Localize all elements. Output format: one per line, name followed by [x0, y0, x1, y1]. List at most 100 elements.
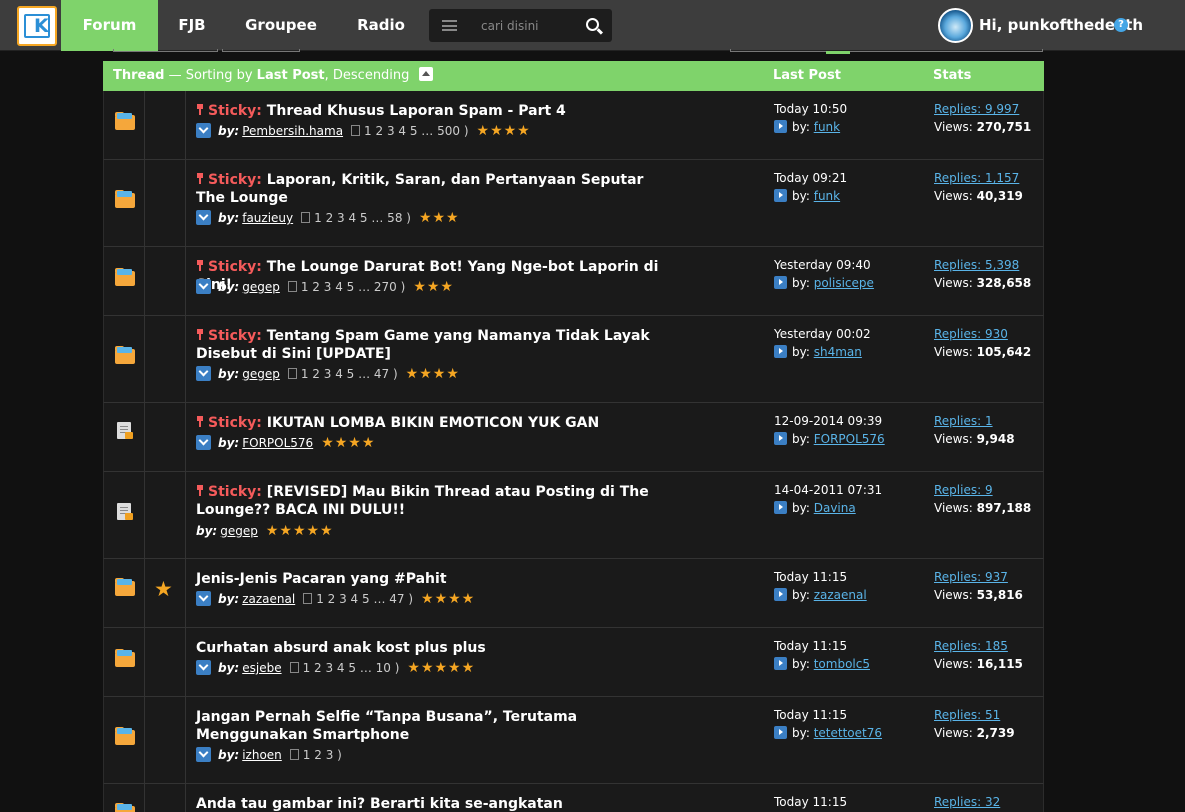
thread-row: Curhatan absurd anak kost plus plus by: es… — [103, 628, 1044, 697]
lastpost-user-link[interactable]: polisicepe — [814, 276, 874, 290]
help-icon[interactable]: ? — [1114, 18, 1128, 32]
thread-rating-cell — [145, 247, 186, 315]
views-count: Views: 53,816 — [934, 588, 1023, 602]
kaskus-logo[interactable]: K — [17, 6, 57, 46]
thread-menu-icon[interactable] — [196, 366, 211, 381]
thread-title[interactable]: Jenis-Jenis Pacaran yang #Pahit — [196, 570, 666, 588]
replies-link[interactable]: Replies: 32 — [934, 795, 1000, 809]
stats-column-header[interactable]: Stats — [933, 61, 971, 91]
tab-groupee[interactable]: Groupee — [230, 0, 332, 51]
thread-title[interactable]: Sticky: Thread Khusus Laporan Spam - Par… — [196, 102, 666, 120]
lastpost-date: Yesterday 09:40 — [774, 258, 871, 272]
goto-lastpost-icon[interactable] — [774, 657, 787, 670]
replies-link[interactable]: Replies: 9 — [934, 483, 993, 497]
search-input[interactable] — [481, 16, 577, 36]
page-links[interactable]: 1 2 3 4 5 … 47 ) — [303, 592, 413, 606]
thread-row: ★ Jenis-Jenis Pacaran yang #Pahit by: zazae… — [103, 559, 1044, 628]
thread-title[interactable]: Jangan Pernah Selfie “Tanpa Busana”, Ter… — [196, 708, 666, 744]
thread-menu-icon[interactable] — [196, 279, 211, 294]
lastpost-user-link[interactable]: funk — [814, 120, 840, 134]
goto-lastpost-icon[interactable] — [774, 501, 787, 514]
page-links[interactable]: 1 2 3 4 5 … 58 ) — [301, 211, 411, 225]
goto-lastpost-icon[interactable] — [774, 345, 787, 358]
page-links[interactable]: 1 2 3 4 5 … 10 ) — [289, 661, 399, 675]
search-icon[interactable] — [586, 18, 599, 31]
thread-author-link[interactable]: gegep — [242, 367, 280, 381]
thread-status-cell — [104, 472, 145, 558]
thread-menu-icon[interactable] — [196, 660, 211, 675]
thread-title[interactable]: Curhatan absurd anak kost plus plus — [196, 639, 666, 657]
replies-link[interactable]: Replies: 937 — [934, 570, 1008, 584]
replies-link[interactable]: Replies: 51 — [934, 708, 1000, 722]
lastpost-user-link[interactable]: zazaenal — [814, 588, 867, 602]
thread-menu-icon[interactable] — [196, 210, 211, 225]
page-links[interactable]: 1 2 3 ) — [289, 748, 342, 762]
goto-lastpost-icon[interactable] — [774, 189, 787, 202]
thread-title-text[interactable]: Tentang Spam Game yang Namanya Tidak Lay… — [196, 328, 650, 362]
thread-author-link[interactable]: gegep — [242, 280, 280, 294]
thread-menu-icon[interactable] — [196, 435, 211, 450]
thread-author-link[interactable]: gegep — [220, 524, 258, 538]
tab-fjb[interactable]: FJB — [158, 0, 226, 51]
thread-title-text[interactable]: Laporan, Kritik, Saran, dan Pertanyaan S… — [196, 172, 643, 206]
replies-link[interactable]: Replies: 1 — [934, 414, 993, 428]
thread-title[interactable]: Sticky: Laporan, Kritik, Saran, dan Pert… — [196, 171, 666, 207]
goto-lastpost-icon[interactable] — [774, 726, 787, 739]
thread-status-cell — [104, 697, 145, 783]
sort-toggle-icon[interactable] — [419, 66, 434, 81]
thread-title[interactable]: Sticky: IKUTAN LOMBA BIKIN EMOTICON YUK … — [196, 414, 666, 432]
thread-author-link[interactable]: FORPOL576 — [242, 436, 313, 450]
replies-link[interactable]: Replies: 930 — [934, 327, 1008, 341]
replies-link[interactable]: Replies: 9,997 — [934, 102, 1019, 116]
pages-icon — [301, 212, 311, 223]
page-links[interactable]: 1 2 3 4 5 … 47 ) — [287, 367, 398, 381]
thread-row: Sticky: The Lounge Darurat Bot! Yang Nge… — [103, 247, 1044, 316]
thread-author-link[interactable]: esjebe — [242, 661, 281, 675]
lastpost-user-link[interactable]: Davina — [814, 501, 856, 515]
replies-link[interactable]: Replies: 185 — [934, 639, 1008, 653]
lastpost-user-link[interactable]: tetettoet76 — [814, 726, 882, 740]
views-count: Views: 105,642 — [934, 345, 1032, 359]
list-icon[interactable] — [442, 20, 457, 31]
goto-lastpost-icon[interactable] — [774, 432, 787, 445]
thread-title-text[interactable]: Jenis-Jenis Pacaran yang #Pahit — [196, 571, 447, 587]
thread-title-text[interactable]: [REVISED] Mau Bikin Thread atau Posting … — [196, 484, 649, 518]
thread-menu-icon[interactable] — [196, 123, 211, 138]
thread-author-link[interactable]: izhoen — [242, 748, 282, 762]
thread-row: Sticky: Laporan, Kritik, Saran, dan Pert… — [103, 160, 1044, 247]
thread-title-text[interactable]: Thread Khusus Laporan Spam - Part 4 — [267, 103, 566, 119]
thread-title-text[interactable]: Jangan Pernah Selfie “Tanpa Busana”, Ter… — [196, 709, 577, 743]
top-navbar: K Forum FJB Groupee Radio Hi, punkofthed… — [0, 0, 1185, 51]
thread-title-text[interactable]: Curhatan absurd anak kost plus plus — [196, 640, 486, 656]
tab-forum[interactable]: Forum — [61, 0, 158, 51]
thread-author-link[interactable]: Pembersih.hama — [242, 124, 343, 138]
page-links[interactable]: 1 2 3 4 5 … 500 ) — [351, 124, 469, 138]
thread-title[interactable]: Anda tau gambar ini? Berarti kita se-ang… — [196, 795, 666, 812]
lastpost-user-link[interactable]: tombolc5 — [814, 657, 870, 671]
thread-row: Anda tau gambar ini? Berarti kita se-ang… — [103, 784, 1044, 812]
thread-author-link[interactable]: zazaenal — [242, 592, 295, 606]
thread-menu-icon[interactable] — [196, 747, 211, 762]
thread-title-text[interactable]: Anda tau gambar ini? Berarti kita se-ang… — [196, 796, 563, 812]
goto-lastpost-icon[interactable] — [774, 588, 787, 601]
replies-link[interactable]: Replies: 1,157 — [934, 171, 1019, 185]
lastpost-user-link[interactable]: funk — [814, 189, 840, 203]
thread-menu-icon[interactable] — [196, 591, 211, 606]
goto-lastpost-icon[interactable] — [774, 276, 787, 289]
lastpost-date: Today 11:15 — [774, 795, 848, 809]
lastpost-date: 12-09-2014 09:39 — [774, 414, 883, 428]
lastpost-user-link[interactable]: sh4man — [814, 345, 862, 359]
goto-lastpost-icon[interactable] — [774, 120, 787, 133]
thread-title-text[interactable]: IKUTAN LOMBA BIKIN EMOTICON YUK GAN — [267, 415, 599, 431]
thread-title[interactable]: Sticky: [REVISED] Mau Bikin Thread atau … — [196, 483, 666, 519]
tab-radio[interactable]: Radio — [340, 0, 422, 51]
thread-title[interactable]: Sticky: Tentang Spam Game yang Namanya T… — [196, 327, 666, 363]
replies-link[interactable]: Replies: 5,398 — [934, 258, 1019, 272]
thread-author-link[interactable]: fauzieuy — [242, 211, 293, 225]
page-links[interactable]: 1 2 3 4 5 … 270 ) — [287, 280, 405, 294]
lastpost-user-link[interactable]: FORPOL576 — [814, 432, 885, 446]
lastpost-column-header[interactable]: Last Post — [773, 61, 841, 91]
lastpost-date: Today 11:15 — [774, 570, 848, 584]
avatar[interactable] — [938, 8, 973, 43]
thread-status-cell — [104, 91, 145, 159]
